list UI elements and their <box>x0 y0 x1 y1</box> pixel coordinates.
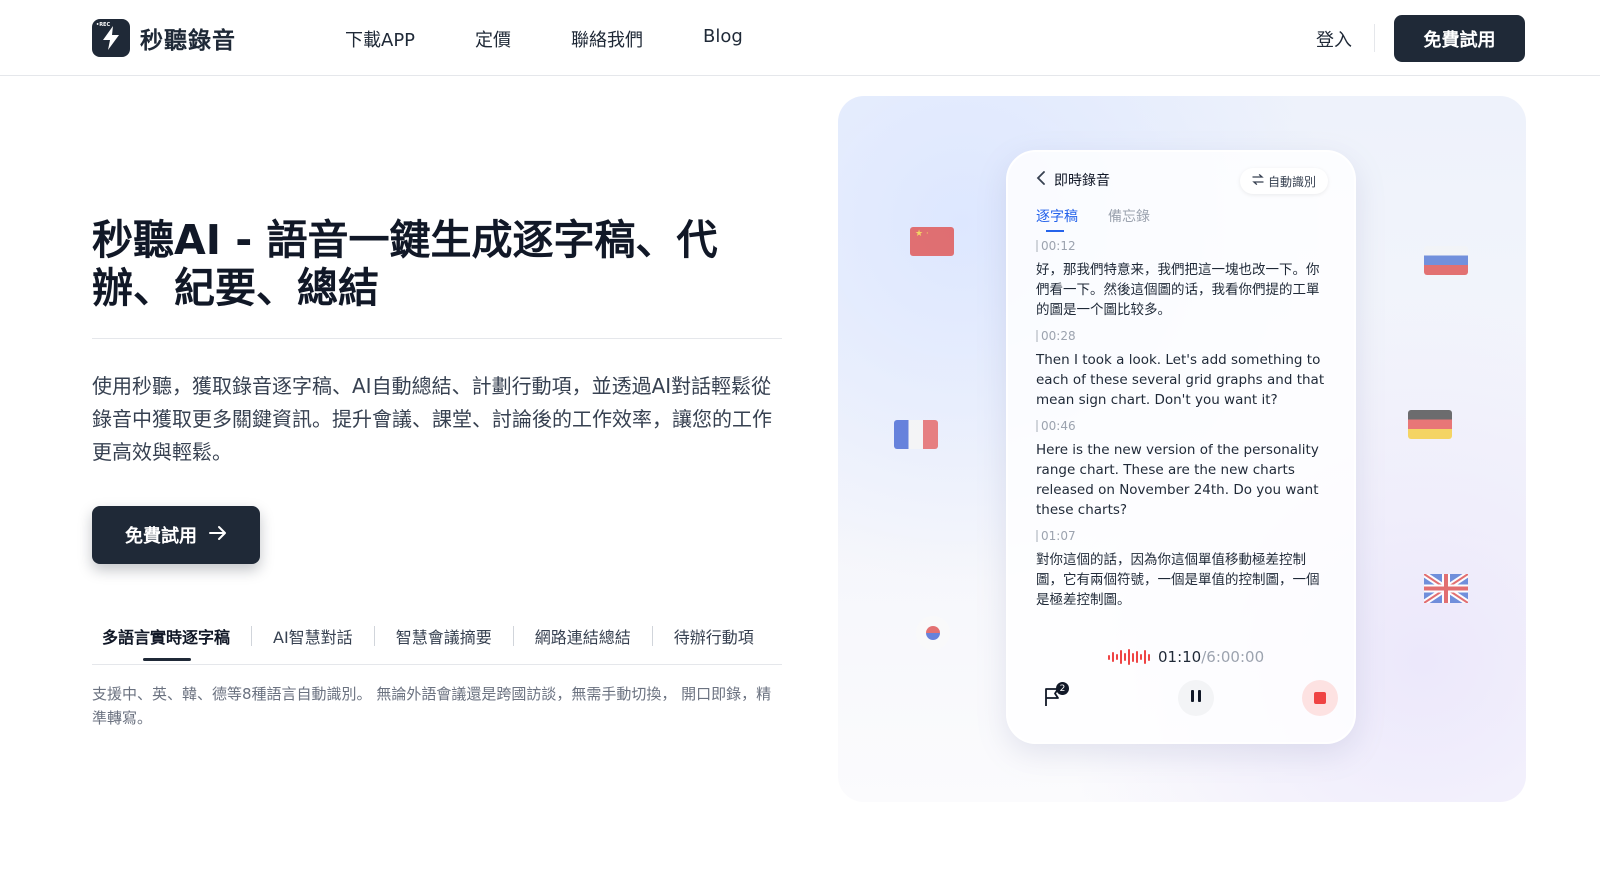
timestamp: 00:46 <box>1036 420 1332 432</box>
waveform-icon <box>1108 649 1150 665</box>
free-trial-button[interactable]: 免費試用 <box>92 506 260 564</box>
stop-icon <box>1314 692 1326 704</box>
tab-divider <box>373 626 375 646</box>
nav-pricing[interactable]: 定價 <box>475 26 511 52</box>
site-header: •REC 秒聽錄音 下載APP 定價 聯絡我們 Blog 登入 免費試用 <box>0 0 1600 76</box>
chevron-left-icon[interactable] <box>1036 171 1046 189</box>
feature-tabs: 多語言實時逐字稿 AI智慧對話 智慧會議摘要 網路連結總結 待辦行動項 <box>92 620 782 664</box>
elapsed-time: 01:10 <box>1158 648 1202 666</box>
transcript-text: 好，那我們特意来，我們把這一塊也改一下。你們看一下。然後這個圖的话，我看你們提的… <box>1036 262 1320 318</box>
hero-title: 秒聽AI - 語音一鍵生成逐字稿、代辦、紀要、總結 <box>92 216 718 312</box>
divider <box>92 338 782 339</box>
france-flag-icon <box>894 420 938 449</box>
tab-memo[interactable]: 備忘錄 <box>1108 206 1150 226</box>
recording-timer: 01:10/6:00:00 <box>1108 648 1264 666</box>
recording-controls: 2 <box>1036 678 1338 718</box>
list-item: 00:46 Here is the new version of the per… <box>1036 420 1332 520</box>
free-trial-label: 免費試用 <box>125 526 197 546</box>
list-item: 00:28 Then I took a look. Let's add some… <box>1036 330 1332 410</box>
phone-tabs: 逐字稿 備忘錄 <box>1036 206 1150 232</box>
tab-transcript[interactable]: 逐字稿 <box>1036 206 1078 232</box>
tab-ai-chat[interactable]: AI智慧對話 <box>273 620 353 652</box>
divider <box>92 664 782 665</box>
nav-blog[interactable]: Blog <box>703 26 743 52</box>
tab-divider <box>651 626 653 646</box>
phone-title: 即時錄音 <box>1054 173 1110 189</box>
phone-mockup: 即時錄音 自動識別 逐字稿 備忘錄 00:12 好，那我們特意来，我們把這一塊也… <box>1006 150 1356 744</box>
tab-link-summary[interactable]: 網路連結總結 <box>535 620 631 652</box>
china-flag-icon: ★ · <box>910 227 954 256</box>
pause-button[interactable] <box>1178 680 1214 716</box>
stop-button[interactable] <box>1302 680 1338 716</box>
feature-description: 支援中、英、韓、德等8種語言自動識別。 無論外語會議還是跨國訪談，無需手動切換，… <box>92 685 772 727</box>
lightning-icon: •REC <box>92 19 130 57</box>
free-trial-button-header[interactable]: 免費試用 <box>1394 15 1525 62</box>
korea-flag-icon <box>916 616 950 650</box>
list-item: 01:07 對你這個的話，因為你這個單值移動極差控制圖，它有兩個符號，一個是單值… <box>1036 530 1332 610</box>
auto-detect-button[interactable]: 自動識別 <box>1239 168 1328 194</box>
tab-multilingual-transcript[interactable]: 多語言實時逐字稿 <box>102 620 230 661</box>
rec-badge: •REC <box>96 22 111 28</box>
timestamp: 00:28 <box>1036 330 1332 342</box>
phone-header: 即時錄音 <box>1036 170 1110 190</box>
hero-description: 使用秒聽，獲取錄音逐字稿、AI自動總結、計劃行動項，並透過AI對話輕鬆從錄音中獲… <box>92 374 772 464</box>
flag-marker-button[interactable]: 2 <box>1036 682 1070 716</box>
main-nav: 下載APP 定價 聯絡我們 Blog <box>345 26 803 52</box>
nav-download-app[interactable]: 下載APP <box>345 26 415 52</box>
transcript-list: 00:12 好，那我們特意来，我們把這一塊也改一下。你們看一下。然後這個圖的话，… <box>1036 240 1332 620</box>
flag-count-badge: 2 <box>1056 682 1069 695</box>
pause-icon <box>1191 690 1201 706</box>
auto-detect-label: 自動識別 <box>1267 174 1316 189</box>
nav-contact[interactable]: 聯絡我們 <box>571 26 643 52</box>
brand-name: 秒聽錄音 <box>140 28 236 54</box>
tab-divider <box>512 626 514 646</box>
hero-visual: ★ · 即時錄音 自動識別 逐字稿 備忘錄 00:12 好，那我們特意来，我們把… <box>838 96 1526 802</box>
timestamp: 00:12 <box>1036 240 1332 252</box>
brand-logo[interactable]: •REC 秒聽錄音 <box>92 19 236 57</box>
germany-flag-icon <box>1408 410 1452 439</box>
tab-action-items[interactable]: 待辦行動項 <box>674 620 754 652</box>
arrow-right-icon <box>209 525 227 546</box>
login-link[interactable]: 登入 <box>1316 26 1352 52</box>
timestamp: 01:07 <box>1036 530 1332 542</box>
transcript-text: Then I took a look. Let's add something … <box>1036 352 1325 408</box>
tab-meeting-summary[interactable]: 智慧會議摘要 <box>396 620 492 652</box>
tab-divider <box>251 626 253 646</box>
transcript-text: Here is the new version of the personali… <box>1036 442 1319 518</box>
uk-flag-icon <box>1422 571 1470 606</box>
header-divider <box>1374 24 1375 52</box>
swap-icon <box>1252 174 1264 188</box>
list-item: 00:12 好，那我們特意来，我們把這一塊也改一下。你們看一下。然後這個圖的话，… <box>1036 240 1332 320</box>
russia-flag-icon <box>1424 246 1468 275</box>
total-time: /6:00:00 <box>1201 648 1265 666</box>
transcript-text: 對你這個的話，因為你這個單值移動極差控制圖，它有兩個符號，一個是單值的控制圖，一… <box>1036 552 1320 608</box>
